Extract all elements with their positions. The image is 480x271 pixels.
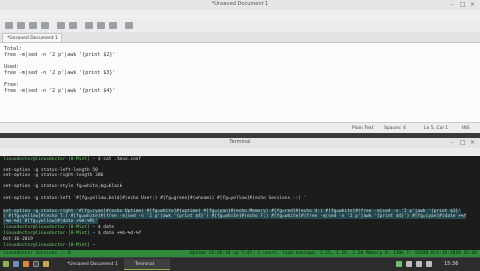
files-icon[interactable]: [43, 261, 49, 267]
document-tab-label: *Unsaved Document 1: [7, 36, 58, 41]
close-icon[interactable]: ×: [470, 1, 475, 9]
editor-toolbar: [0, 19, 480, 33]
syntax-selector[interactable]: Plain Text: [352, 126, 373, 131]
editor-line: free -m|sed -n '2 p'|awk '{print $4}': [4, 88, 116, 94]
cursor-position: Ln 5, Col 1: [424, 126, 448, 131]
cut-icon[interactable]: [85, 22, 93, 29]
prompt-user: linuxdoctor@linuxdoctor-[0-Mint]: [3, 157, 90, 162]
terminal-titlebar[interactable]: Terminal – □ ×: [0, 138, 480, 148]
output-line: set-option -g status-right-length 300: [3, 173, 104, 178]
tmux-status-right: Uptime 15:36:10 up 7:47, 2 users, load a…: [189, 251, 477, 256]
terminal-body[interactable]: linuxdoctor@linuxdoctor-[0-Mint] ~ $ cat…: [0, 156, 480, 250]
editor-line: free -m|sed -n '2 p'|awk '{print $3}': [4, 70, 116, 76]
prompt-dir: ~: [92, 243, 96, 248]
editor-menubar: FileEditViewSearchToolsDocumentsHelp: [0, 10, 480, 27]
editor-line: free -m|sed -n '2 p'|awk '{print $2}': [4, 52, 116, 58]
output-line: Oct-16-2019: [3, 237, 33, 242]
show-desktop-icon[interactable]: [13, 261, 19, 267]
editor-text-area[interactable]: Total: free -m|sed -n '2 p'|awk '{print …: [0, 43, 480, 122]
taskbar: *Unsaved Document 1 Terminal 15:36: [0, 257, 480, 271]
prompt-dir: ~: [92, 231, 96, 236]
minimize-icon[interactable]: –: [450, 139, 453, 147]
terminal-menubar: FileEditViewTerminalTabsHelp: [0, 148, 480, 165]
editor-window-title: *Unsaved Document 1: [211, 1, 269, 7]
command: $ date: [97, 225, 115, 230]
network-icon[interactable]: [406, 261, 412, 267]
find-icon[interactable]: [125, 22, 133, 29]
tmux-status-bar: linuxdoctor Sessions -: 0 Uptime 15:36:1…: [0, 250, 480, 257]
close-icon[interactable]: ×: [470, 139, 475, 147]
document-tab[interactable]: *Unsaved Document 1: [2, 33, 62, 42]
prompt-user: linuxdoctor@linuxdoctor-[0-Mint]: [3, 231, 90, 236]
firefox-icon[interactable]: [23, 261, 29, 267]
command: $ cat .tmux.conf: [97, 157, 142, 162]
maximize-icon[interactable]: □: [460, 1, 466, 9]
redo-icon[interactable]: [69, 22, 77, 29]
prompt-line: linuxdoctor@linuxdoctor-[0-Mint] ~ $ dat…: [3, 231, 141, 236]
prompt-line: linuxdoctor@linuxdoctor-[0-Mint] ~ $ cat…: [3, 157, 141, 162]
new-document-icon[interactable]: [5, 22, 13, 29]
command: $ date +%b-%d-%Y: [97, 231, 142, 236]
taskbar-item-terminal[interactable]: Terminal: [124, 259, 170, 270]
output-line: set-option -g status-style fg=white,bg=b…: [3, 184, 123, 189]
open-icon[interactable]: [17, 22, 25, 29]
terminal-window-title: Terminal: [229, 139, 251, 145]
tmux-status-left: linuxdoctor Sessions -: 0: [3, 251, 71, 256]
prompt-line: linuxdoctor@linuxdoctor-[0-Mint] ~ $ dat…: [3, 225, 114, 230]
paste-icon[interactable]: [109, 22, 117, 29]
battery-icon[interactable]: [426, 261, 432, 267]
update-icon[interactable]: [396, 261, 402, 267]
prompt-dir: ~: [92, 157, 96, 162]
prompt-line: linuxdoctor@linuxdoctor-[0-Mint] ~: [3, 243, 95, 248]
volume-icon[interactable]: [416, 261, 422, 267]
taskbar-item-label: *Unsaved Document 1: [67, 262, 118, 267]
prompt-user: linuxdoctor@linuxdoctor-[0-Mint]: [3, 243, 90, 248]
tab-width-selector[interactable]: Spaces: 4: [384, 126, 406, 131]
prompt-user: linuxdoctor@linuxdoctor-[0-Mint]: [3, 225, 90, 230]
prompt-dir: ~: [92, 225, 96, 230]
taskbar-item-editor[interactable]: *Unsaved Document 1: [56, 259, 122, 270]
copy-icon[interactable]: [97, 22, 105, 29]
maximize-icon[interactable]: □: [460, 139, 466, 147]
insert-mode: INS: [462, 126, 470, 131]
save-icon[interactable]: [29, 22, 37, 29]
print-icon[interactable]: [41, 22, 49, 29]
menu-icon[interactable]: [3, 261, 9, 267]
taskbar-item-label: Terminal: [135, 262, 155, 267]
clock[interactable]: 15:36: [444, 261, 458, 267]
output-line: -%m-%d) #[fg=yellow]#(date +%H:%M)': [3, 219, 98, 224]
undo-icon[interactable]: [57, 22, 65, 29]
output-line: set-option -g status-left '#[fg=yellow,b…: [3, 196, 307, 201]
minimize-icon[interactable]: –: [450, 1, 453, 9]
editor-tabbar: *Unsaved Document 1: [0, 32, 480, 43]
terminal-launcher-icon[interactable]: [33, 261, 39, 267]
